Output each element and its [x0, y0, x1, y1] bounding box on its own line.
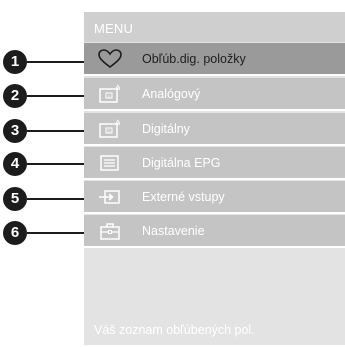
callout-number: 5 [3, 187, 27, 211]
settings-toolbox-icon [100, 223, 120, 240]
menu-item-label: Analógový [142, 87, 201, 101]
callout-number: 2 [3, 84, 27, 108]
menu-item-favourites[interactable]: Obľúb.dig. položky [84, 43, 345, 76]
callout-number: 6 [3, 221, 27, 245]
callout-4: 4 [3, 152, 96, 176]
menu-help-text: Váš zoznam obľúbených pol. [94, 323, 255, 337]
callout-3: 3 [3, 119, 100, 143]
menu-item-label: Obľúb.dig. položky [142, 52, 246, 66]
callout-number: 1 [3, 50, 27, 74]
external-input-icon [99, 190, 120, 204]
menu-item-external-inputs[interactable]: Externé vstupy [84, 181, 345, 214]
callout-1: 1 [3, 50, 98, 74]
tv-menu-panel: MENU Obľúb.dig. položky A Analógový D Di… [84, 12, 345, 345]
callout-number: 4 [3, 152, 27, 176]
digital-tv-icon: D [99, 119, 120, 138]
callout-6: 6 [3, 221, 97, 245]
menu-item-label: Nastavenie [142, 224, 205, 238]
svg-text:A: A [107, 93, 110, 98]
menu-title: MENU [94, 21, 134, 36]
epg-list-icon [100, 155, 119, 171]
heart-icon [98, 49, 122, 69]
callout-5: 5 [3, 187, 97, 211]
analog-tv-icon: A [99, 84, 120, 103]
menu-item-settings[interactable]: Nastavenie [84, 215, 345, 248]
callout-number: 3 [3, 119, 27, 143]
menu-item-label: Externé vstupy [142, 190, 225, 204]
menu-item-digital[interactable]: D Digitálny [84, 113, 345, 146]
menu-item-label: Digitálny [142, 122, 190, 136]
menu-item-digital-epg[interactable]: Digitálna EPG [84, 147, 345, 180]
menu-item-label: Digitálna EPG [142, 156, 221, 170]
callout-2: 2 [3, 84, 100, 108]
menu-item-analog[interactable]: A Analógový [84, 78, 345, 111]
